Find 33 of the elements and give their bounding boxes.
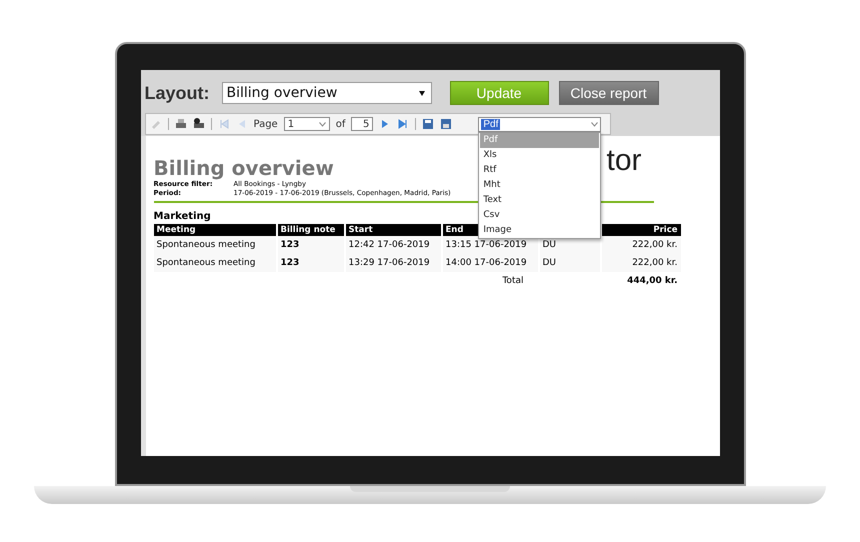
table-cell: 222,00 kr. <box>602 254 680 272</box>
page-field[interactable]: 1 <box>284 117 330 131</box>
page-label: Page <box>254 118 278 130</box>
table-cell: DU <box>540 254 600 272</box>
group-heading: Marketing <box>154 211 211 222</box>
format-select[interactable]: Pdf <box>478 116 602 132</box>
table-cell: Spontaneous meeting <box>154 254 276 272</box>
table-cell: 123 <box>278 254 344 272</box>
format-option[interactable]: Image <box>480 222 600 238</box>
table-cell: 222,00 kr. <box>602 236 680 254</box>
chevron-icon <box>318 122 326 126</box>
of-label: of <box>336 118 346 130</box>
column-header: Start <box>346 224 440 236</box>
column-header: Billing note <box>278 224 344 236</box>
last-page-icon[interactable] <box>397 118 410 130</box>
table-cell: Spontaneous meeting <box>154 236 276 254</box>
table-cell: 14:00 17-06-2019 <box>442 254 538 272</box>
chevron-icon <box>591 122 598 126</box>
page-count: 5 <box>351 117 374 131</box>
save-icon[interactable] <box>440 118 452 130</box>
caret-icon <box>418 90 424 96</box>
table-cell: 13:15 17-06-2019 <box>442 236 538 254</box>
layout-select[interactable]: Billing overview <box>222 82 432 104</box>
logo: tor <box>606 146 642 176</box>
table-cell: 123 <box>278 236 344 254</box>
report-title: Billing overview <box>154 156 334 180</box>
table-cell: 12:42 17-06-2019 <box>346 236 440 254</box>
layout-label: Layout: <box>144 82 210 104</box>
column-header: Price <box>602 224 680 236</box>
save-icon[interactable] <box>422 118 434 130</box>
close-button[interactable]: Close report <box>558 81 658 105</box>
table-cell: 13:29 17-06-2019 <box>346 254 440 272</box>
column-header: Meeting <box>154 224 276 236</box>
